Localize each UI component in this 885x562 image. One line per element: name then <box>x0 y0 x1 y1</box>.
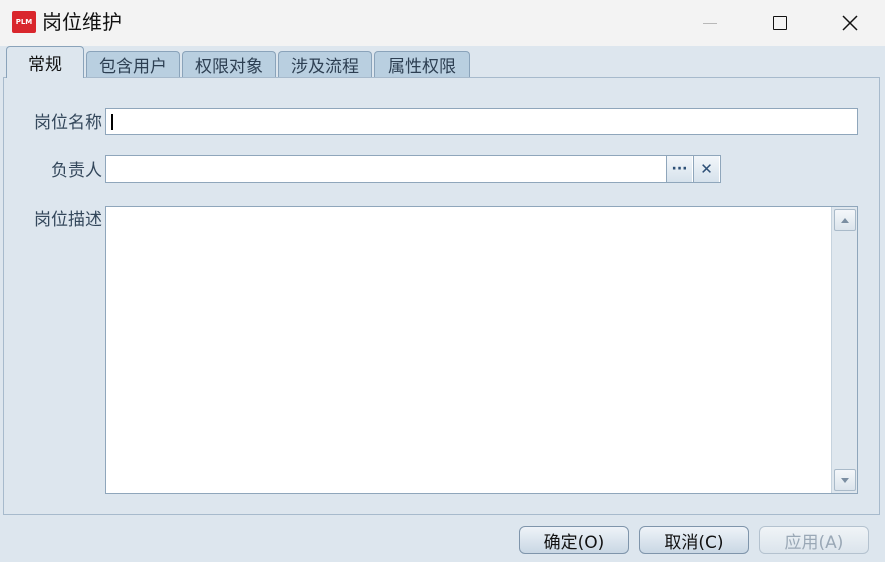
position-name-input[interactable] <box>105 108 858 135</box>
app-logo-text: PLM <box>15 18 33 26</box>
tab-included-users[interactable]: 包含用户 <box>86 51 180 77</box>
text-caret <box>111 114 113 130</box>
dialog-window: PLM 岗位维护 常规 包含用户 权限对象 涉及流程 属性权限 岗位名称 负责人… <box>0 0 885 562</box>
description-scrollbar[interactable] <box>831 207 857 493</box>
scroll-up-icon <box>841 217 849 223</box>
tab-general[interactable]: 常规 <box>6 46 84 78</box>
maximize-button[interactable] <box>745 0 815 46</box>
minimize-icon <box>703 22 717 24</box>
tab-bar: 常规 包含用户 权限对象 涉及流程 属性权限 <box>0 46 885 78</box>
tab-attribute-permissions[interactable]: 属性权限 <box>374 51 470 77</box>
description-label: 岗位描述 <box>34 210 102 230</box>
general-tab-panel: 岗位名称 负责人 ··· ✕ 岗位描述 <box>3 77 880 515</box>
apply-button[interactable]: 应用(A) <box>759 526 869 554</box>
ok-button[interactable]: 确定(O) <box>519 526 629 554</box>
scroll-down-button[interactable] <box>834 469 856 491</box>
owner-label: 负责人 <box>51 161 102 181</box>
close-icon <box>842 15 858 31</box>
title-bar[interactable]: PLM 岗位维护 <box>0 0 885 46</box>
window-title: 岗位维护 <box>42 10 122 34</box>
tab-permission-objects[interactable]: 权限对象 <box>182 51 276 77</box>
minimize-button[interactable] <box>675 0 745 46</box>
owner-input[interactable]: ··· ✕ <box>105 155 721 183</box>
browse-icon: ··· <box>671 161 688 177</box>
clear-icon: ✕ <box>700 160 713 178</box>
scroll-down-icon <box>841 477 849 483</box>
clear-button[interactable]: ✕ <box>693 156 719 182</box>
browse-button[interactable]: ··· <box>666 156 692 182</box>
position-name-label: 岗位名称 <box>34 113 102 133</box>
app-logo-icon: PLM <box>12 11 36 33</box>
tab-related-processes[interactable]: 涉及流程 <box>278 51 372 77</box>
cancel-button[interactable]: 取消(C) <box>639 526 749 554</box>
maximize-icon <box>773 16 787 30</box>
scroll-up-button[interactable] <box>834 209 856 231</box>
description-textarea[interactable] <box>105 206 858 494</box>
dialog-content: 常规 包含用户 权限对象 涉及流程 属性权限 岗位名称 负责人 ··· ✕ 岗位… <box>0 46 885 562</box>
close-button[interactable] <box>815 0 885 46</box>
